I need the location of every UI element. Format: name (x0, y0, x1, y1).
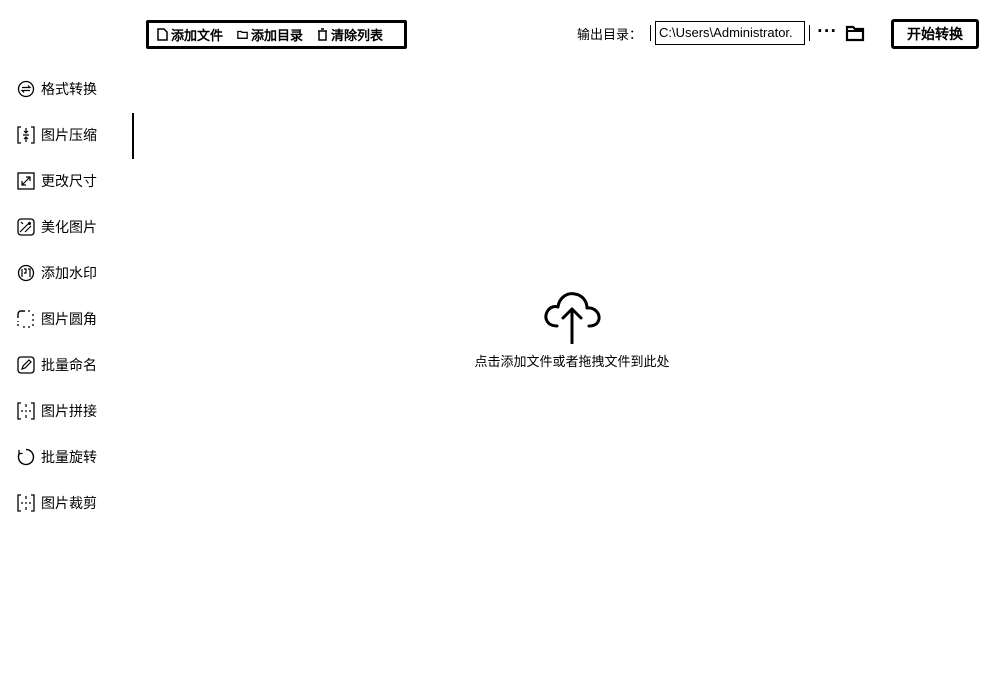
sidebar-item-label: 格式转换 (41, 82, 97, 98)
drop-zone-hint: 点击添加文件或者拖拽文件到此处 (474, 355, 670, 370)
clear-list-button[interactable]: 清除列表 (317, 25, 383, 44)
sidebar-item-label: 批量旋转 (41, 450, 97, 466)
add-folder-button[interactable]: 添加目录 (237, 25, 303, 44)
output-dir-label: 输出目录： (577, 28, 643, 43)
sidebar-active-indicator (132, 113, 134, 159)
sidebar-item-label: 图片压缩 (41, 128, 97, 144)
watermark-icon (17, 264, 35, 282)
sidebar-item-rounded-corner[interactable]: 图片圆角 (17, 307, 97, 331)
browse-more-button[interactable]: ··· (817, 22, 837, 40)
resize-icon (17, 172, 35, 190)
rotate-icon (17, 448, 35, 466)
sidebar-item-label: 批量命名 (41, 358, 97, 374)
crop-icon (17, 494, 35, 512)
compress-icon (17, 126, 35, 144)
trash-icon (318, 28, 328, 41)
clear-list-label: 清除列表 (331, 29, 384, 44)
sidebar-item-label: 图片圆角 (41, 312, 97, 328)
divider (809, 25, 810, 41)
sidebar-item-stitch[interactable]: 图片拼接 (17, 399, 97, 423)
sidebar-item-label: 添加水印 (41, 266, 97, 282)
sidebar-item-batch-rename[interactable]: 批量命名 (17, 353, 97, 377)
file-icon (157, 28, 168, 41)
start-convert-button[interactable]: 开始转换 (891, 19, 979, 49)
open-folder-icon[interactable] (845, 24, 865, 42)
divider (650, 25, 651, 41)
sidebar-item-crop[interactable]: 图片裁剪 (17, 491, 97, 515)
sidebar-item-image-compress[interactable]: 图片压缩 (17, 123, 97, 147)
sidebar-item-resize[interactable]: 更改尺寸 (17, 169, 97, 193)
sidebar-item-batch-rotate[interactable]: 批量旋转 (17, 445, 97, 469)
add-file-button[interactable]: 添加文件 (157, 25, 223, 44)
add-folder-label: 添加目录 (251, 29, 304, 44)
app-window: 添加文件 添加目录 清除列表 输出目录： C:\Users\Administra… (0, 0, 998, 673)
sidebar-item-watermark[interactable]: 添加水印 (17, 261, 97, 285)
sidebar-item-beautify[interactable]: 美化图片 (17, 215, 97, 239)
file-toolbar: 添加文件 添加目录 清除列表 (146, 20, 407, 49)
cloud-upload-icon (544, 292, 601, 344)
swap-icon (17, 80, 35, 98)
rounded-corner-icon (17, 310, 34, 328)
rename-icon (17, 356, 35, 374)
file-drop-zone[interactable]: 点击添加文件或者拖拽文件到此处 (142, 70, 998, 673)
beautify-icon (17, 218, 35, 236)
sidebar-item-label: 图片拼接 (41, 404, 97, 420)
output-path-field[interactable]: C:\Users\Administrator. (655, 21, 805, 45)
stitch-icon (17, 402, 35, 420)
sidebar-item-label: 图片裁剪 (41, 496, 97, 512)
folder-icon (237, 30, 248, 39)
sidebar-item-format-convert[interactable]: 格式转换 (17, 77, 97, 101)
sidebar-item-label: 美化图片 (41, 220, 97, 236)
add-file-label: 添加文件 (171, 29, 224, 44)
sidebar-item-label: 更改尺寸 (41, 174, 97, 190)
